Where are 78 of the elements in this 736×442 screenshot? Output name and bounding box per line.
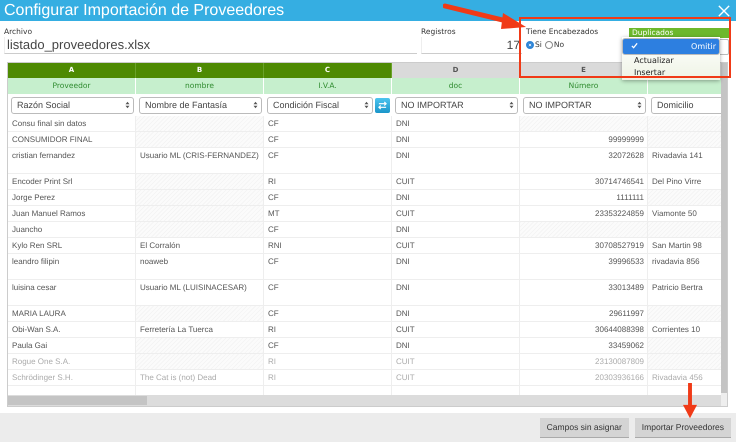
table-cell: The Cat is (not) Dead: [136, 370, 264, 386]
table-cell: CUIT: [392, 238, 520, 254]
table-cell: luisina cesar: [8, 280, 136, 306]
field-select[interactable]: NO IMPORTAR: [523, 96, 646, 114]
table-cell: DNI: [392, 280, 520, 306]
updown-arrow-icon: [637, 101, 642, 109]
field-select[interactable]: Nombre de Fantasía: [139, 96, 262, 114]
updown-arrow-icon: [125, 101, 130, 109]
table-cell: RI: [264, 322, 392, 338]
table-cell: 29611997: [520, 306, 648, 322]
table-cell: 20303936166: [520, 370, 648, 386]
dropdown-option[interactable]: Omitir: [622, 38, 720, 55]
table-cell: DNI: [392, 222, 520, 238]
table-cell: RI: [264, 370, 392, 386]
annotation-arrow: [680, 383, 700, 419]
table-cell: DNI: [392, 338, 520, 354]
scrollbar-thumb[interactable]: [721, 63, 727, 393]
table-cell: CUIT: [392, 206, 520, 222]
swap-arrows-icon: [377, 100, 388, 110]
table-cell: Kylo Ren SRL: [8, 238, 136, 254]
updown-arrow-icon: [509, 101, 514, 109]
action-button[interactable]: Importar Proveedores: [634, 418, 731, 438]
window-title: Configurar Importación de Proveedores: [4, 2, 284, 20]
table-cell: 1111111: [520, 190, 648, 206]
table-cell: CF: [264, 338, 392, 354]
table-cell: DNI: [392, 190, 520, 206]
table-cell: Obi-Wan S.A.: [8, 322, 136, 338]
field-select[interactable]: Domicilio: [651, 96, 721, 114]
table-cell: CF: [264, 132, 392, 148]
table-cell: CONSUMIDOR FINAL: [8, 132, 136, 148]
table-cell: CUIT: [392, 370, 520, 386]
updown-arrow-icon: [253, 101, 258, 109]
table-cell: DNI: [392, 306, 520, 322]
close-icon[interactable]: [718, 4, 730, 16]
table-cell: DNI: [392, 148, 520, 174]
table-cell: CF: [264, 306, 392, 322]
table-cell: CUIT: [392, 354, 520, 370]
field-select[interactable]: Condición Fiscal: [267, 96, 373, 114]
table-cell: Schrödinger S.H.: [8, 370, 136, 386]
table-cell: CF: [264, 222, 392, 238]
table-cell: CF: [264, 116, 392, 132]
table-cell: RI: [264, 354, 392, 370]
table-cell: CUIT: [392, 174, 520, 190]
table-cell: CF: [264, 254, 392, 280]
scrollbar-thumb[interactable]: [8, 396, 147, 405]
table-cell: noaweb: [136, 254, 264, 280]
table-cell: leandro filipin: [8, 254, 136, 280]
table-cell: 30714746541: [520, 174, 648, 190]
table-cell: 32072628: [520, 148, 648, 174]
table-cell: DNI: [392, 132, 520, 148]
file-name-field[interactable]: listado_proveedores.xlsx: [4, 37, 417, 54]
table-cell: 30708527919: [520, 238, 648, 254]
table-cell: cristian fernandez: [8, 148, 136, 174]
table-cell: MT: [264, 206, 392, 222]
table-cell: CF: [264, 148, 392, 174]
field-select[interactable]: Razón Social: [11, 96, 134, 114]
table-cell: 39996533: [520, 254, 648, 280]
table-cell: 33013489: [520, 280, 648, 306]
table-cell: 99999999: [520, 132, 648, 148]
table-cell: DNI: [392, 254, 520, 280]
table-cell: 23130087809: [520, 354, 648, 370]
table-cell: RNI: [264, 238, 392, 254]
table-cell: Rogue One S.A.: [8, 354, 136, 370]
table-cell: RI: [264, 174, 392, 190]
field-select[interactable]: NO IMPORTAR: [395, 96, 518, 114]
table-cell: Juancho: [8, 222, 136, 238]
records-field[interactable]: 17: [421, 37, 522, 54]
checkmark-icon: [630, 42, 638, 48]
action-button[interactable]: Campos sin asignar: [540, 418, 629, 438]
table-cell: CF: [264, 280, 392, 306]
table-cell: CF: [264, 190, 392, 206]
swap-button[interactable]: [375, 98, 390, 112]
table-cell: DNI: [392, 116, 520, 132]
updown-arrow-icon: [364, 101, 369, 109]
table-cell: MARIA LAURA: [8, 306, 136, 322]
table-cell: CUIT: [392, 322, 520, 338]
table-cell: El Corralón: [136, 238, 264, 254]
table-cell: 30644088398: [520, 322, 648, 338]
